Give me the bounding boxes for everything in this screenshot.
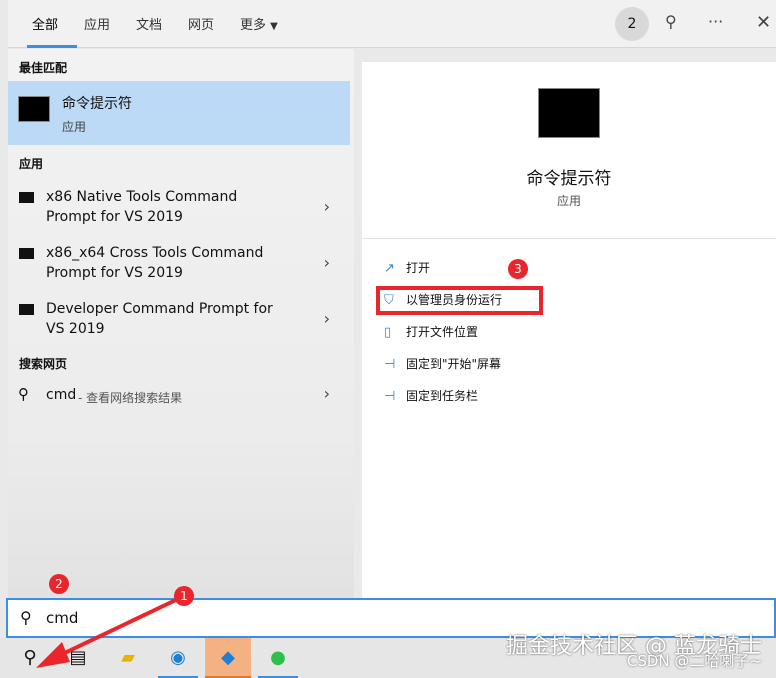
annotation-1: 1 bbox=[174, 586, 194, 606]
watermark-2: CSDN @二哈喇子~ bbox=[626, 652, 762, 670]
arrow-annotation bbox=[36, 596, 181, 668]
